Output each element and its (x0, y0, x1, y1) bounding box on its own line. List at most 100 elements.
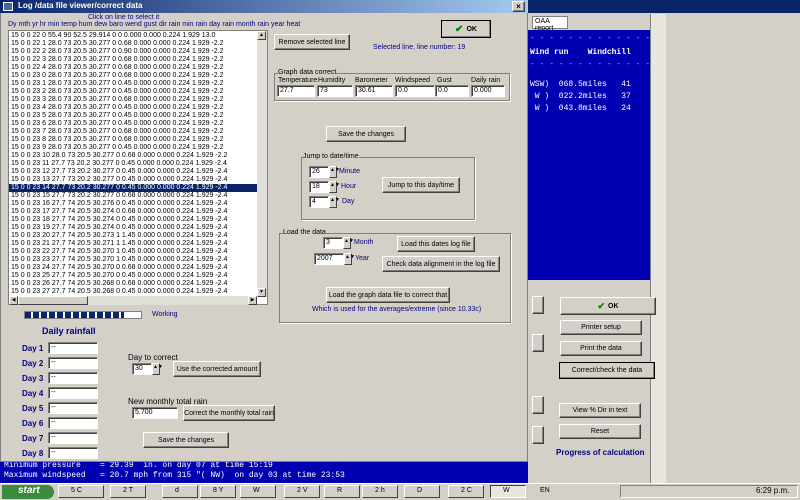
print-data-button[interactable]: Print the data (560, 341, 642, 356)
printer-setup-button[interactable]: Printer setup (560, 320, 642, 335)
log-row[interactable]: 15 0 0 23 12 27.7 73 20.2 30.277 0 0.45 … (11, 168, 261, 176)
remove-selected-line-button[interactable]: Remove selected line (274, 34, 350, 50)
taskbar-task[interactable]: R (324, 485, 360, 498)
log-row[interactable]: 15 0 0 22 1 28.0 73 20.5 30.277 0 0.68 0… (11, 40, 261, 48)
day-rain-field[interactable]: -- (48, 342, 98, 354)
log-row[interactable]: 15 0 0 23 21 27.7 74 20.5 30.271 1 1.45 … (11, 240, 261, 248)
log-row[interactable]: 15 0 0 23 1 28.0 73 20.5 30.277 0 0.45 0… (11, 80, 261, 88)
log-row[interactable]: 15 0 0 22 4 28.0 73 20.5 30.277 0 0.68 0… (11, 64, 261, 72)
log-row[interactable]: 15 0 0 23 0 28.0 73 20.5 30.277 0 0.68 0… (11, 72, 261, 80)
barometer-field[interactable]: 30.61 (355, 85, 393, 97)
side-button[interactable] (532, 396, 544, 414)
check-data-alignment-button[interactable]: Check data alignment in the log file (382, 256, 500, 272)
temperature-field[interactable]: 27.7 (277, 85, 315, 97)
log-row[interactable]: 15 0 0 22 0 55.4 90 52.5 29.914 0 0 0.00… (11, 32, 261, 40)
day-rain-field[interactable]: -- (48, 372, 98, 384)
reset-button[interactable]: Reset (559, 424, 641, 439)
month-spinner[interactable]: ▲▼ (343, 237, 354, 249)
taskbar-task[interactable]: 2 C (448, 485, 484, 498)
log-row[interactable]: 15 0 0 23 5 28.0 73 20.5 30.277 0 0.45 0… (11, 112, 261, 120)
side-button[interactable] (532, 426, 544, 444)
ok-button-right[interactable]: ✔ OK (560, 297, 656, 315)
language-indicator[interactable]: EN (540, 487, 550, 494)
log-list[interactable]: 15 0 0 22 0 55.4 90 52.5 29.914 0 0 0.00… (8, 30, 268, 305)
day-rain-field[interactable]: -- (48, 432, 98, 444)
log-row[interactable]: 15 0 0 23 11 27.7 73 20.2 30.277 0 0.45 … (11, 160, 261, 168)
minute-spinner[interactable]: ▲▼ (329, 166, 340, 178)
day-rain-field[interactable]: -- (48, 447, 98, 459)
save-changes-button[interactable]: Save the changes (326, 126, 406, 142)
log-row[interactable]: 15 0 0 22 2 28.0 73 20.5 30.277 0 0.90 0… (11, 48, 261, 56)
minute-input[interactable]: 26 (309, 166, 329, 178)
windspeed-field[interactable]: 0.0 (395, 85, 435, 97)
log-row[interactable]: 15 0 0 23 14 27.7 73 20.2 30.277 0 0.45 … (9, 184, 261, 192)
day-rain-field[interactable]: -- (48, 402, 98, 414)
gust-field[interactable]: 0.0 (435, 85, 469, 97)
tab-oaa-report[interactable]: OAA report (532, 16, 568, 32)
log-row[interactable]: 15 0 0 23 16 27.7 74 20.5 30.276 0 0.45 … (11, 200, 261, 208)
year-input[interactable]: 2007 (314, 253, 344, 265)
log-row[interactable]: 15 0 0 23 27 27.7 74 20.5 30.268 0 0.45 … (11, 288, 261, 296)
log-row[interactable]: 15 0 0 23 20 27.7 74 20.5 30.273 1 1.45 … (11, 232, 261, 240)
log-row[interactable]: 15 0 0 23 2 28.0 73 20.5 30.277 0 0.45 0… (11, 88, 261, 96)
taskbar-task[interactable]: 8 Y (200, 485, 236, 498)
load-graph-data-button[interactable]: Load the graph data file to correct that (326, 287, 450, 303)
day-rain-field[interactable]: -- (48, 357, 98, 369)
taskbar-task[interactable]: 5 C (58, 485, 104, 498)
log-row[interactable]: 15 0 0 23 13 27.7 73 20.2 30.277 0 0.45 … (11, 176, 261, 184)
correct-check-data-button[interactable]: Correct/check the data (559, 362, 655, 379)
log-row[interactable]: 15 0 0 23 6 28.0 73 20.5 30.277 0 0.45 0… (11, 120, 261, 128)
log-row[interactable]: 15 0 0 23 18 27.7 74 20.5 30.274 0 0.45 … (11, 216, 261, 224)
humidity-field[interactable]: 73 (317, 85, 353, 97)
log-row[interactable]: 15 0 0 23 7 28.0 73 20.5 30.277 0 0.68 0… (11, 128, 261, 136)
log-row[interactable]: 15 0 0 23 22 27.7 74 20.5 30.270 1 0.45 … (11, 248, 261, 256)
day-to-correct-spinner[interactable]: ▲▼ (152, 363, 163, 375)
list-horizontal-scrollbar[interactable]: ◀ ▶ (9, 296, 257, 305)
log-row[interactable]: 15 0 0 22 3 28.0 73 20.5 30.277 0 0.68 0… (11, 56, 261, 64)
load-dates-log-file-button[interactable]: Load this dates log file (397, 236, 475, 252)
side-button[interactable] (532, 296, 544, 314)
taskbar-task[interactable]: d (162, 485, 198, 498)
year-spinner[interactable]: ▲▼ (344, 253, 355, 265)
log-row[interactable]: 15 0 0 23 24 27.7 74 20.5 30.270 0 0.68 … (11, 264, 261, 272)
hour-input[interactable]: 18 (309, 181, 329, 193)
day-to-correct-input[interactable]: 30 (132, 363, 152, 375)
day-rain-field[interactable]: -- (48, 417, 98, 429)
log-row[interactable]: 15 0 0 23 15 27.7 73 20.2 30.277 0 0.68 … (11, 192, 261, 200)
log-row[interactable]: 15 0 0 23 25 27.7 74 20.5 30.270 0 0.45 … (11, 272, 261, 280)
report-scrollbar[interactable] (650, 14, 666, 484)
day-input[interactable]: 4 (309, 196, 329, 208)
start-button[interactable]: start (2, 485, 54, 499)
correct-monthly-rain-button[interactable]: Correct the monthly total rain (183, 405, 275, 421)
log-row[interactable]: 15 0 0 23 19 27.7 74 20.5 30.274 0 0.45 … (11, 224, 261, 232)
view-dir-text-button[interactable]: View % Dir in text (559, 403, 641, 418)
close-button[interactable]: × (512, 1, 525, 12)
daily-rain-field[interactable]: 0.000 (471, 85, 505, 97)
log-row[interactable]: 15 0 0 23 17 27.7 74 20.5 30.274 0 0.68 … (11, 208, 261, 216)
list-vertical-scrollbar[interactable]: ▲ ▼ (257, 31, 267, 297)
day-spinner[interactable]: ▲▼ (329, 196, 340, 208)
taskbar-task[interactable]: W (490, 485, 526, 498)
month-input[interactable]: 3 (323, 237, 343, 249)
taskbar-task[interactable]: 2 T (110, 485, 146, 498)
log-row[interactable]: 15 0 0 23 9 28.0 73 20.5 30.277 0 0.45 0… (11, 144, 261, 152)
scroll-down-icon[interactable]: ▼ (257, 288, 266, 297)
side-button[interactable] (532, 334, 544, 352)
scroll-left-icon[interactable]: ◀ (9, 296, 18, 305)
taskbar-task[interactable]: D (404, 485, 440, 498)
log-row[interactable]: 15 0 0 23 23 27.7 74 20.5 30.270 1 0.45 … (11, 256, 261, 264)
log-row[interactable]: 15 0 0 23 4 28.0 73 20.5 30.277 0 0.45 0… (11, 104, 261, 112)
taskbar-task[interactable]: 2 V (284, 485, 320, 498)
save-changes-rain-button[interactable]: Save the changes (143, 432, 229, 448)
log-row[interactable]: 15 0 0 23 3 28.0 73 20.5 30.277 0 0.68 0… (11, 96, 261, 104)
taskbar-task[interactable]: W (240, 485, 276, 498)
taskbar-task[interactable]: 2 h (362, 485, 398, 498)
jump-to-day-time-button[interactable]: Jump to this day/time (382, 177, 460, 193)
use-corrected-amount-button[interactable]: Use the corrected amount (173, 361, 261, 377)
day-rain-field[interactable]: -- (48, 387, 98, 399)
scroll-up-icon[interactable]: ▲ (257, 31, 266, 40)
monthly-rain-input[interactable]: 5.700 (132, 407, 178, 419)
log-row[interactable]: 15 0 0 23 8 28.0 73 20.5 30.277 0 0.68 0… (11, 136, 261, 144)
ok-button[interactable]: ✔ OK (441, 20, 491, 38)
scroll-right-icon[interactable]: ▶ (248, 296, 257, 305)
